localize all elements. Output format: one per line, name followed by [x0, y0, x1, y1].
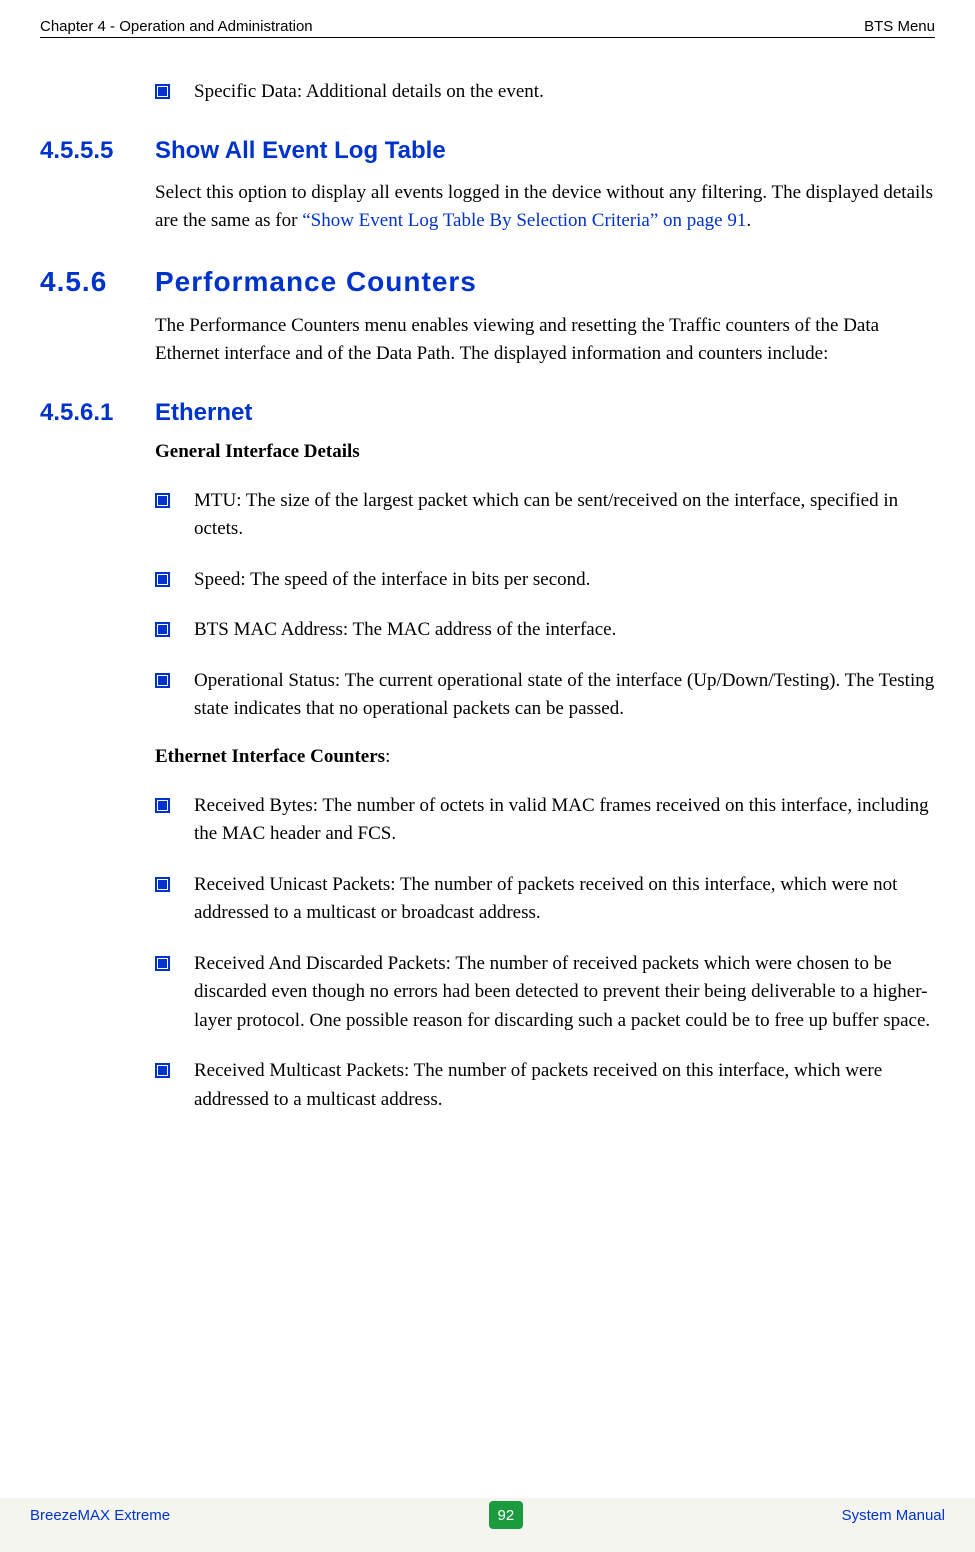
- list-item: MTU: The size of the largest packet whic…: [155, 487, 935, 544]
- heading-title: Show All Event Log Table: [155, 137, 446, 165]
- heading-number: 4.5.6: [40, 266, 155, 298]
- sub-heading: General Interface Details: [155, 441, 935, 463]
- heading-456: 4.5.6 Performance Counters: [40, 266, 935, 298]
- bullet-icon: [155, 493, 170, 508]
- bullet-text: Received Unicast Packets: The number of …: [194, 871, 935, 928]
- list-item: Speed: The speed of the interface in bit…: [155, 566, 935, 595]
- page-footer: BreezeMAX Extreme 92 System Manual: [0, 1498, 975, 1552]
- bullet-text: Received Multicast Packets: The number o…: [194, 1057, 935, 1114]
- sub-heading: Ethernet Interface Counters:: [155, 746, 935, 768]
- footer-product: BreezeMAX Extreme: [30, 1507, 170, 1524]
- heading-4555: 4.5.5.5 Show All Event Log Table: [40, 137, 935, 165]
- bullet-text: MTU: The size of the largest packet whic…: [194, 487, 935, 544]
- bullet-icon: [155, 673, 170, 688]
- heading-title: Performance Counters: [155, 266, 477, 298]
- heading-number: 4.5.6.1: [40, 399, 155, 427]
- paragraph: The Performance Counters menu enables vi…: [155, 312, 935, 369]
- bullet-text: Received Bytes: The number of octets in …: [194, 792, 935, 849]
- list-item: Received Multicast Packets: The number o…: [155, 1057, 935, 1114]
- header-chapter: Chapter 4 - Operation and Administration: [40, 18, 313, 35]
- page-header: Chapter 4 - Operation and Administration…: [40, 18, 935, 38]
- header-section: BTS Menu: [864, 18, 935, 35]
- bullet-icon: [155, 622, 170, 637]
- bullet-text: Specific Data: Additional details on the…: [194, 78, 544, 107]
- cross-reference-link[interactable]: “Show Event Log Table By Selection Crite…: [302, 210, 746, 231]
- para-text: .: [746, 210, 751, 231]
- sub-heading-bold: Ethernet Interface Counters: [155, 746, 385, 767]
- list-item: BTS MAC Address: The MAC address of the …: [155, 616, 935, 645]
- bullet-text: Received And Discarded Packets: The numb…: [194, 950, 935, 1036]
- bullet-text: Speed: The speed of the interface in bit…: [194, 566, 590, 595]
- list-item: Received Bytes: The number of octets in …: [155, 792, 935, 849]
- list-item: Received Unicast Packets: The number of …: [155, 871, 935, 928]
- footer-manual: System Manual: [842, 1507, 945, 1524]
- heading-number: 4.5.5.5: [40, 137, 155, 165]
- bullet-icon: [155, 798, 170, 813]
- heading-4561: 4.5.6.1 Ethernet: [40, 399, 935, 427]
- list-item: Received And Discarded Packets: The numb…: [155, 950, 935, 1036]
- paragraph: Select this option to display all events…: [155, 179, 935, 236]
- sub-heading-colon: :: [385, 746, 390, 767]
- heading-title: Ethernet: [155, 399, 252, 427]
- list-item: Operational Status: The current operatio…: [155, 667, 935, 724]
- bullet-icon: [155, 1063, 170, 1078]
- list-item: Specific Data: Additional details on the…: [155, 78, 935, 107]
- bullet-text: Operational Status: The current operatio…: [194, 667, 935, 724]
- page-number: 92: [489, 1501, 523, 1529]
- bullet-text: BTS MAC Address: The MAC address of the …: [194, 616, 616, 645]
- bullet-icon: [155, 84, 170, 99]
- bullet-icon: [155, 877, 170, 892]
- bullet-icon: [155, 572, 170, 587]
- bullet-icon: [155, 956, 170, 971]
